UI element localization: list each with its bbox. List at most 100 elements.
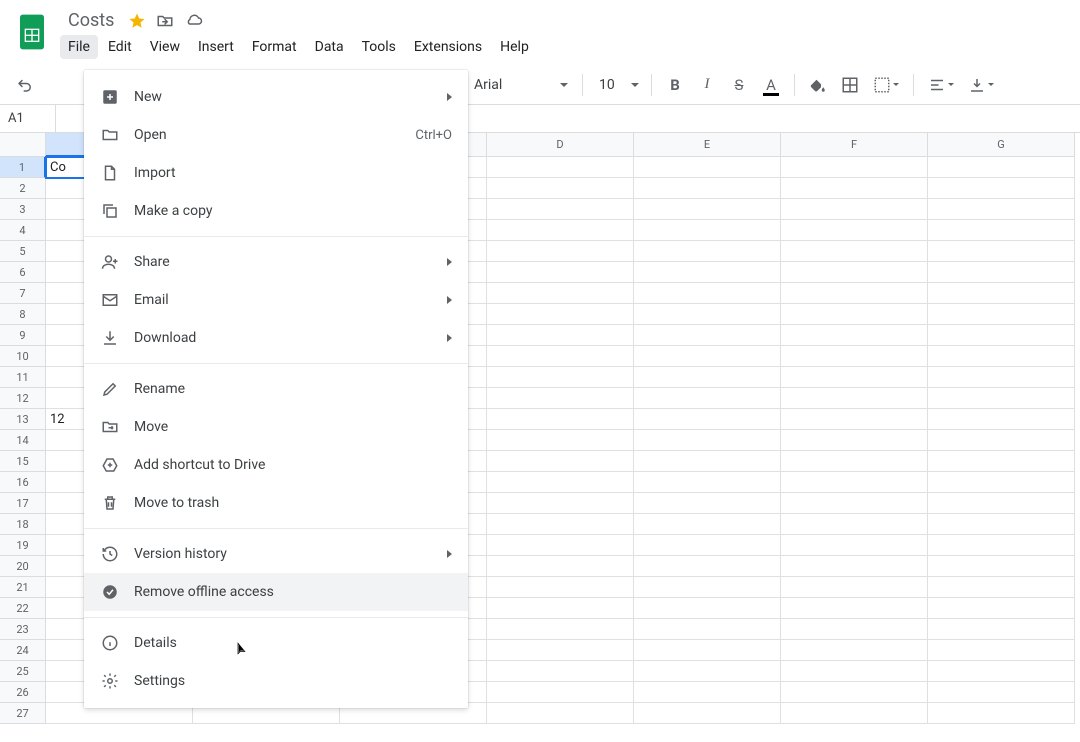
cell-G24[interactable] [928, 640, 1075, 661]
vertical-align-button[interactable] [962, 70, 1000, 100]
select-all-corner[interactable] [0, 133, 46, 157]
cell-F18[interactable] [781, 514, 928, 535]
move-icon[interactable] [156, 12, 174, 30]
cell-F27[interactable] [781, 703, 928, 724]
menu-insert[interactable]: Insert [190, 35, 242, 59]
file-menu-settings[interactable]: Settings [84, 662, 468, 700]
cell-D20[interactable] [487, 556, 634, 577]
cell-F13[interactable] [781, 409, 928, 430]
cell-E8[interactable] [634, 304, 781, 325]
document-title[interactable]: Costs [64, 8, 118, 33]
star-icon[interactable] [128, 12, 146, 30]
cell-G3[interactable] [928, 199, 1075, 220]
cell-F21[interactable] [781, 577, 928, 598]
file-menu-move[interactable]: Move [84, 408, 468, 446]
row-header-25[interactable]: 25 [0, 661, 46, 682]
cell-G17[interactable] [928, 493, 1075, 514]
file-menu-make-a-copy[interactable]: Make a copy [84, 192, 468, 230]
fill-color-button[interactable] [803, 70, 833, 100]
cell-F17[interactable] [781, 493, 928, 514]
col-header-G[interactable]: G [928, 133, 1075, 157]
row-header-11[interactable]: 11 [0, 367, 46, 388]
cell-D9[interactable] [487, 325, 634, 346]
font-size-select[interactable]: 10 [591, 71, 643, 99]
cell-F25[interactable] [781, 661, 928, 682]
cell-D7[interactable] [487, 283, 634, 304]
cell-G18[interactable] [928, 514, 1075, 535]
cell-F23[interactable] [781, 619, 928, 640]
cell-E21[interactable] [634, 577, 781, 598]
cell-E3[interactable] [634, 199, 781, 220]
text-color-button[interactable]: A [756, 70, 786, 100]
cell-E14[interactable] [634, 430, 781, 451]
cell-F19[interactable] [781, 535, 928, 556]
menu-view[interactable]: View [142, 35, 188, 59]
row-header-27[interactable]: 27 [0, 703, 46, 724]
cell-F4[interactable] [781, 220, 928, 241]
cell-D17[interactable] [487, 493, 634, 514]
file-menu-download[interactable]: Download [84, 319, 468, 357]
menu-data[interactable]: Data [307, 35, 352, 59]
row-header-14[interactable]: 14 [0, 430, 46, 451]
borders-button[interactable] [835, 70, 865, 100]
cell-E19[interactable] [634, 535, 781, 556]
cell-F26[interactable] [781, 682, 928, 703]
cell-F5[interactable] [781, 241, 928, 262]
cell-D27[interactable] [487, 703, 634, 724]
cell-E9[interactable] [634, 325, 781, 346]
cell-G25[interactable] [928, 661, 1075, 682]
cell-F6[interactable] [781, 262, 928, 283]
file-menu-details[interactable]: Details [84, 624, 468, 662]
file-menu-email[interactable]: Email [84, 281, 468, 319]
file-menu-remove-offline-access[interactable]: Remove offline access [84, 573, 468, 611]
col-header-E[interactable]: E [634, 133, 781, 157]
cell-E25[interactable] [634, 661, 781, 682]
cell-D14[interactable] [487, 430, 634, 451]
cell-E26[interactable] [634, 682, 781, 703]
menu-tools[interactable]: Tools [354, 35, 404, 59]
cell-E4[interactable] [634, 220, 781, 241]
cell-D3[interactable] [487, 199, 634, 220]
file-menu-add-shortcut-to-drive[interactable]: Add shortcut to Drive [84, 446, 468, 484]
row-header-24[interactable]: 24 [0, 640, 46, 661]
cell-G26[interactable] [928, 682, 1075, 703]
row-header-22[interactable]: 22 [0, 598, 46, 619]
cell-G21[interactable] [928, 577, 1075, 598]
cell-G4[interactable] [928, 220, 1075, 241]
cell-D16[interactable] [487, 472, 634, 493]
undo-button[interactable] [10, 70, 40, 100]
cell-G5[interactable] [928, 241, 1075, 262]
cell-E11[interactable] [634, 367, 781, 388]
cell-F22[interactable] [781, 598, 928, 619]
menu-extensions[interactable]: Extensions [406, 35, 490, 59]
cell-E17[interactable] [634, 493, 781, 514]
cell-F8[interactable] [781, 304, 928, 325]
cell-E7[interactable] [634, 283, 781, 304]
cell-D2[interactable] [487, 178, 634, 199]
cloud-status-icon[interactable] [184, 12, 204, 30]
cell-D21[interactable] [487, 577, 634, 598]
cell-D10[interactable] [487, 346, 634, 367]
cell-D25[interactable] [487, 661, 634, 682]
cell-G27[interactable] [928, 703, 1075, 724]
cell-E1[interactable] [634, 157, 781, 178]
file-menu-rename[interactable]: Rename [84, 370, 468, 408]
cell-F12[interactable] [781, 388, 928, 409]
cell-E20[interactable] [634, 556, 781, 577]
cell-D11[interactable] [487, 367, 634, 388]
row-header-17[interactable]: 17 [0, 493, 46, 514]
font-select[interactable]: Arial [464, 71, 574, 99]
cell-D4[interactable] [487, 220, 634, 241]
row-header-23[interactable]: 23 [0, 619, 46, 640]
cell-G6[interactable] [928, 262, 1075, 283]
cell-G23[interactable] [928, 619, 1075, 640]
cell-D12[interactable] [487, 388, 634, 409]
row-header-2[interactable]: 2 [0, 178, 46, 199]
cell-D15[interactable] [487, 451, 634, 472]
row-header-10[interactable]: 10 [0, 346, 46, 367]
cell-F3[interactable] [781, 199, 928, 220]
cell-D6[interactable] [487, 262, 634, 283]
cell-F10[interactable] [781, 346, 928, 367]
cell-F9[interactable] [781, 325, 928, 346]
cell-G20[interactable] [928, 556, 1075, 577]
